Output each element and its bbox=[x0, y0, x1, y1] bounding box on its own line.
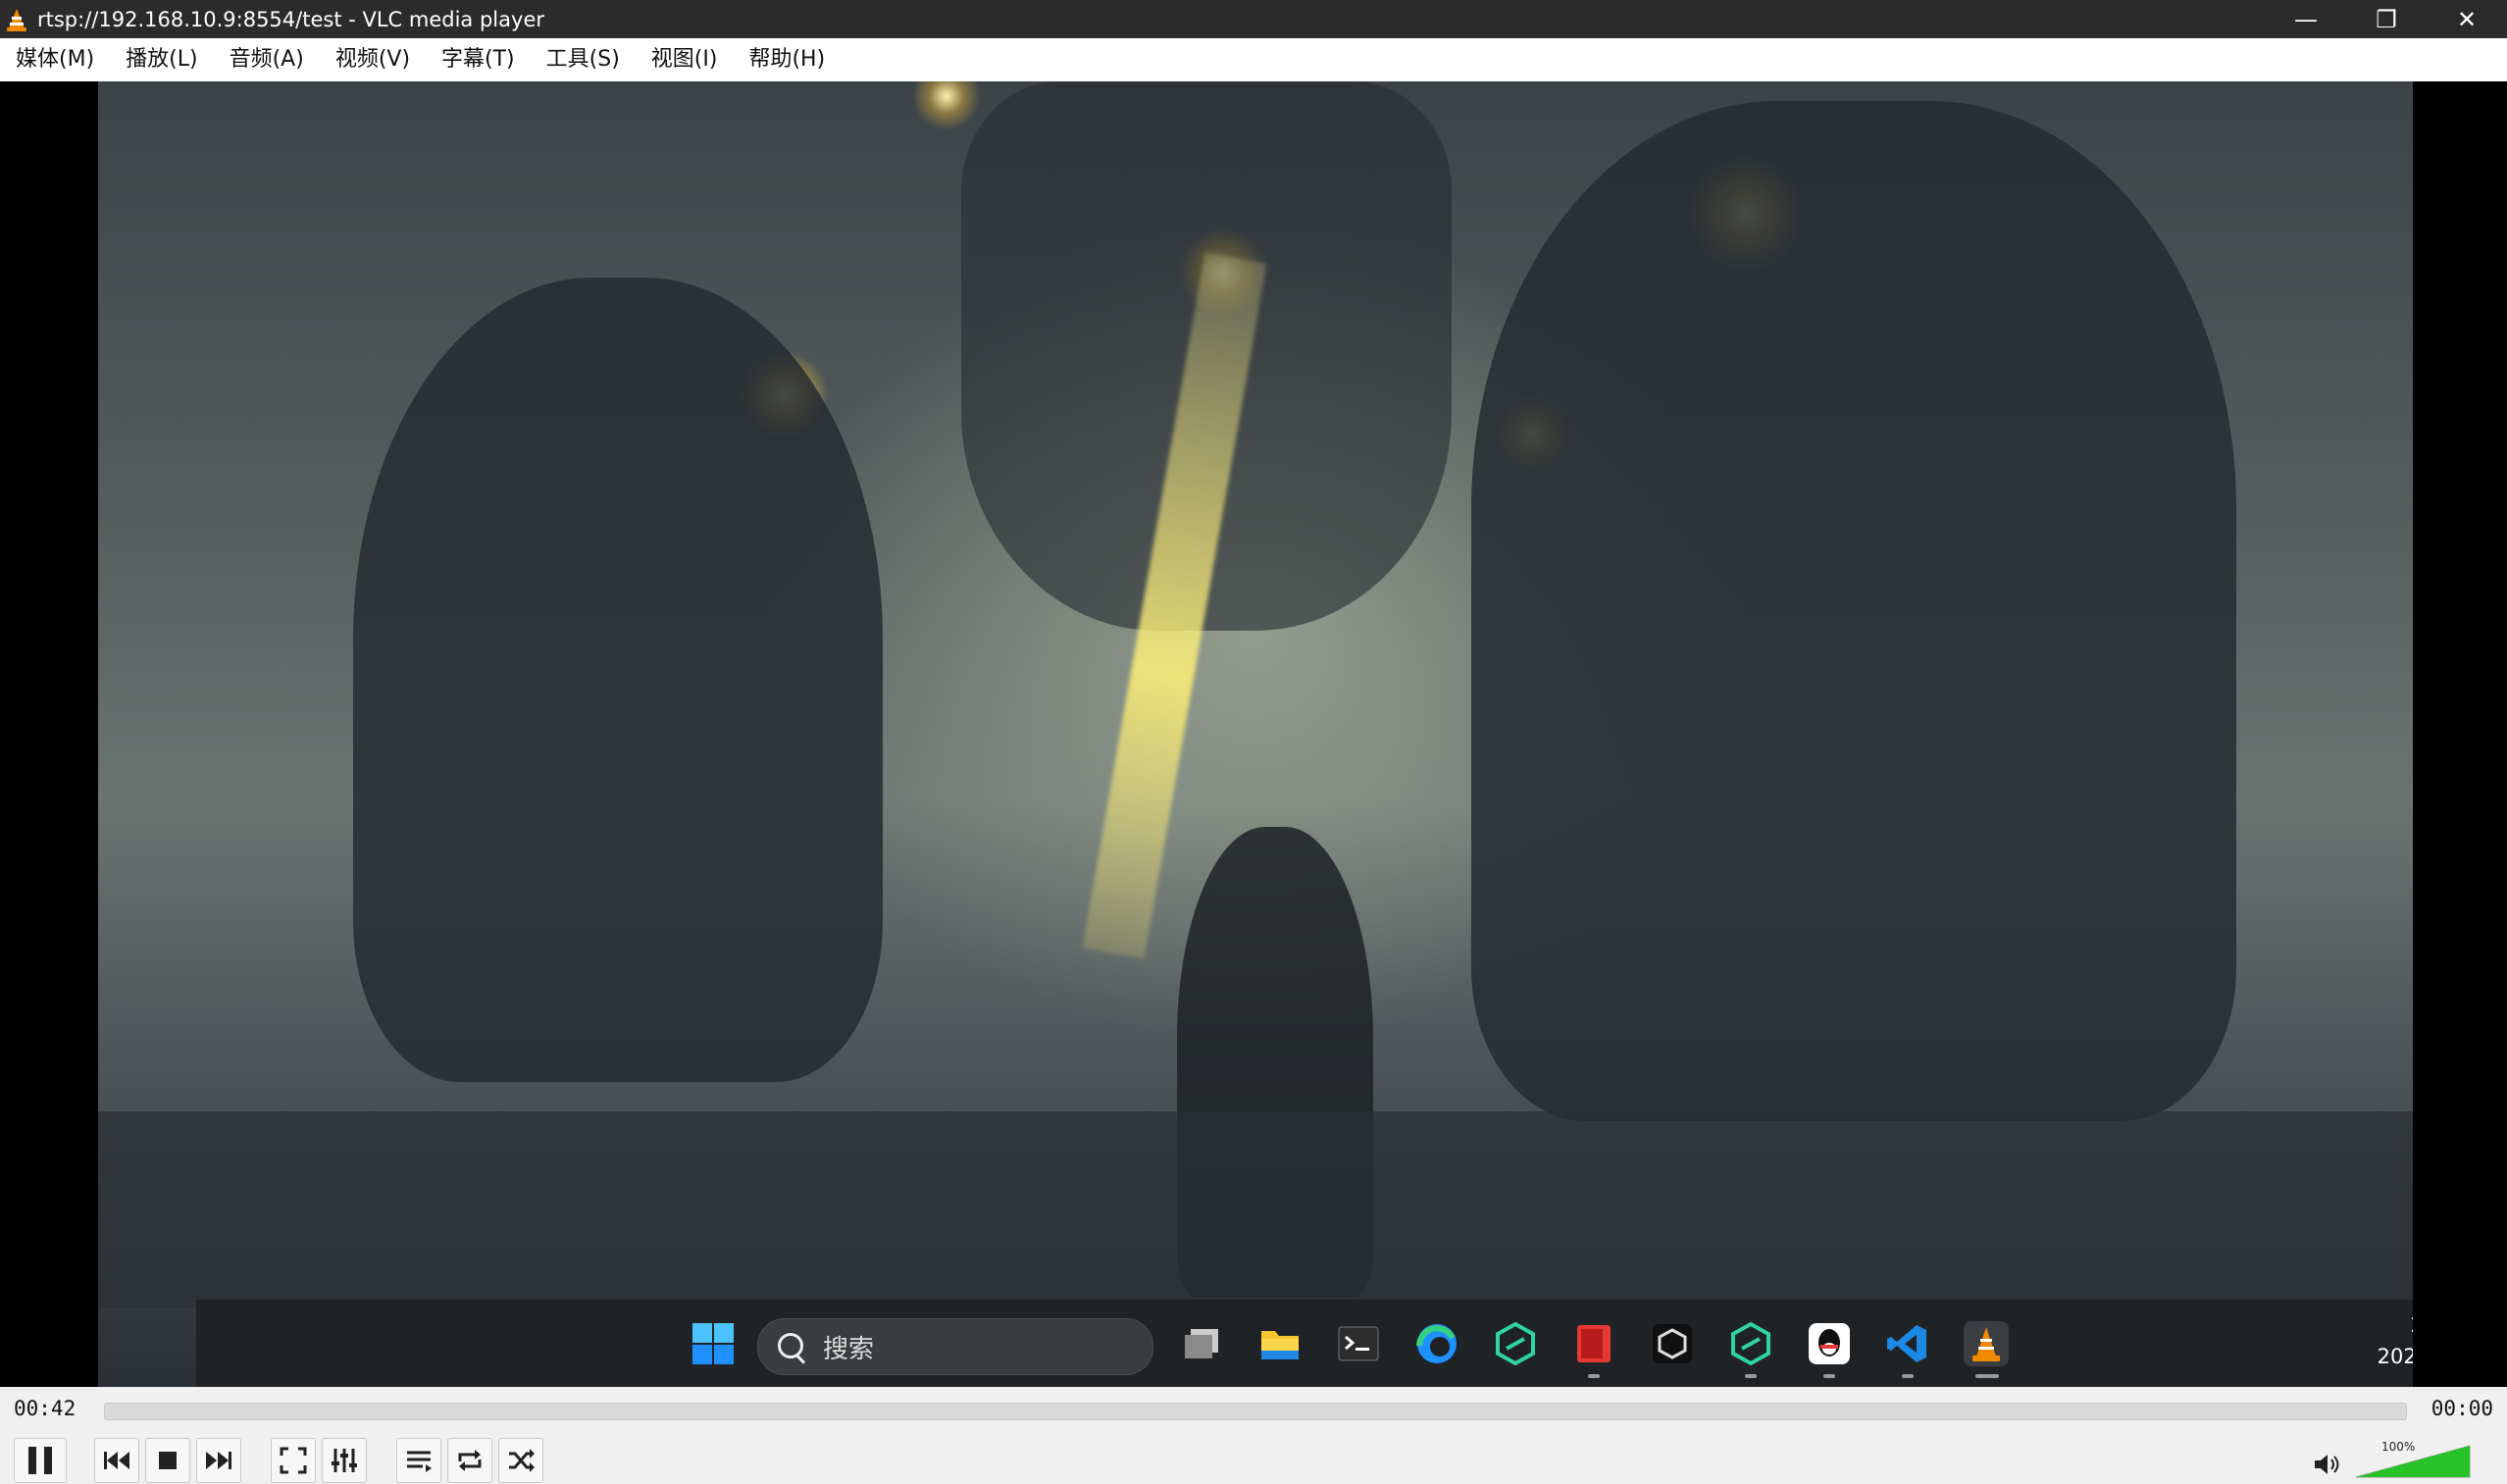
vlc-icon bbox=[1964, 1321, 2009, 1366]
menu-playback[interactable]: 播放(L) bbox=[110, 38, 213, 81]
skip-next-icon bbox=[206, 1452, 231, 1469]
stop-button[interactable] bbox=[145, 1438, 190, 1483]
remaining-time[interactable]: 00:00 bbox=[2431, 1397, 2493, 1420]
running-indicator bbox=[1588, 1374, 1600, 1378]
window-title: rtsp://192.168.10.9:8554/test - VLC medi… bbox=[37, 7, 544, 31]
app-hexagon-icon bbox=[1493, 1321, 1538, 1366]
stop-icon bbox=[159, 1452, 177, 1469]
extended-settings-button[interactable] bbox=[322, 1438, 367, 1483]
taskbar-search-placeholder: 搜索 bbox=[823, 1335, 875, 1364]
running-indicator bbox=[1975, 1374, 1999, 1378]
restore-button[interactable]: ❐ bbox=[2346, 0, 2427, 38]
skip-previous-icon bbox=[104, 1452, 129, 1469]
next-button[interactable] bbox=[196, 1438, 241, 1483]
loop-icon bbox=[458, 1450, 482, 1471]
equalizer-icon bbox=[332, 1449, 357, 1472]
qq-icon bbox=[1807, 1321, 1852, 1366]
edge-icon bbox=[1414, 1321, 1459, 1366]
playlist-button[interactable] bbox=[396, 1438, 441, 1483]
close-button[interactable]: ✕ bbox=[2427, 0, 2507, 38]
previous-button[interactable] bbox=[94, 1438, 139, 1483]
app-hexagon-icon bbox=[1728, 1321, 1773, 1366]
taskbar-clock: 22:22 2023/8/3 bbox=[2378, 1309, 2413, 1372]
vscode-icon bbox=[1885, 1321, 1930, 1366]
menu-subtitle[interactable]: 字幕(T) bbox=[426, 38, 531, 81]
menu-help[interactable]: 帮助(H) bbox=[733, 38, 841, 81]
stream-taskbar: 搜索 202 bbox=[196, 1300, 2413, 1387]
menu-video[interactable]: 视频(V) bbox=[320, 38, 426, 81]
pause-icon bbox=[28, 1447, 52, 1474]
speaker-icon[interactable] bbox=[2313, 1452, 2342, 1477]
menu-media[interactable]: 媒体(M) bbox=[0, 38, 110, 81]
fullscreen-button[interactable] bbox=[271, 1438, 316, 1483]
cube-app-icon bbox=[1650, 1321, 1695, 1366]
robot-left-silhouette bbox=[353, 278, 883, 1082]
taskbar-search: 搜索 bbox=[757, 1318, 1153, 1375]
shuffle-icon bbox=[509, 1449, 535, 1472]
running-indicator bbox=[1902, 1374, 1914, 1378]
playlist-icon bbox=[407, 1451, 432, 1472]
elapsed-time: 00:42 bbox=[14, 1397, 77, 1420]
running-indicator bbox=[1823, 1374, 1835, 1378]
title-bar: rtsp://192.168.10.9:8554/test - VLC medi… bbox=[0, 0, 2507, 38]
video-area[interactable]: 搜索 202 bbox=[0, 81, 2507, 1387]
fullscreen-icon bbox=[280, 1447, 307, 1474]
robot-right-silhouette bbox=[1471, 101, 2236, 1121]
red-book-icon bbox=[1571, 1321, 1616, 1366]
loop-button[interactable] bbox=[447, 1438, 492, 1483]
minimize-button[interactable]: — bbox=[2266, 0, 2346, 38]
taskbar-date: 2023/8/3 bbox=[2377, 1345, 2413, 1368]
menu-view[interactable]: 视图(I) bbox=[636, 38, 734, 81]
menu-tools[interactable]: 工具(S) bbox=[531, 38, 636, 81]
menu-bar: 媒体(M) 播放(L) 音频(A) 视频(V) 字幕(T) 工具(S) 视图(I… bbox=[0, 38, 2507, 82]
ground-rubble bbox=[98, 1111, 2413, 1307]
file-explorer-icon bbox=[1257, 1321, 1303, 1366]
terminal-icon bbox=[1336, 1321, 1381, 1366]
taskbar-time: 22:22 bbox=[2378, 1309, 2413, 1341]
volume-percent: 100% bbox=[2381, 1440, 2416, 1454]
pause-button[interactable] bbox=[14, 1438, 67, 1483]
seek-row: 00:42 00:00 bbox=[0, 1387, 2507, 1434]
shuffle-button[interactable] bbox=[498, 1438, 543, 1483]
menu-audio[interactable]: 音频(A) bbox=[214, 38, 320, 81]
task-view-icon bbox=[1179, 1321, 1224, 1366]
seek-slider[interactable] bbox=[104, 1403, 2407, 1420]
running-indicator bbox=[1745, 1374, 1757, 1378]
windows-start-icon bbox=[691, 1321, 736, 1366]
video-frame: 搜索 202 bbox=[98, 81, 2413, 1387]
search-icon bbox=[778, 1333, 803, 1358]
controls-bar: 100% bbox=[0, 1434, 2507, 1484]
vlc-icon bbox=[7, 8, 26, 31]
